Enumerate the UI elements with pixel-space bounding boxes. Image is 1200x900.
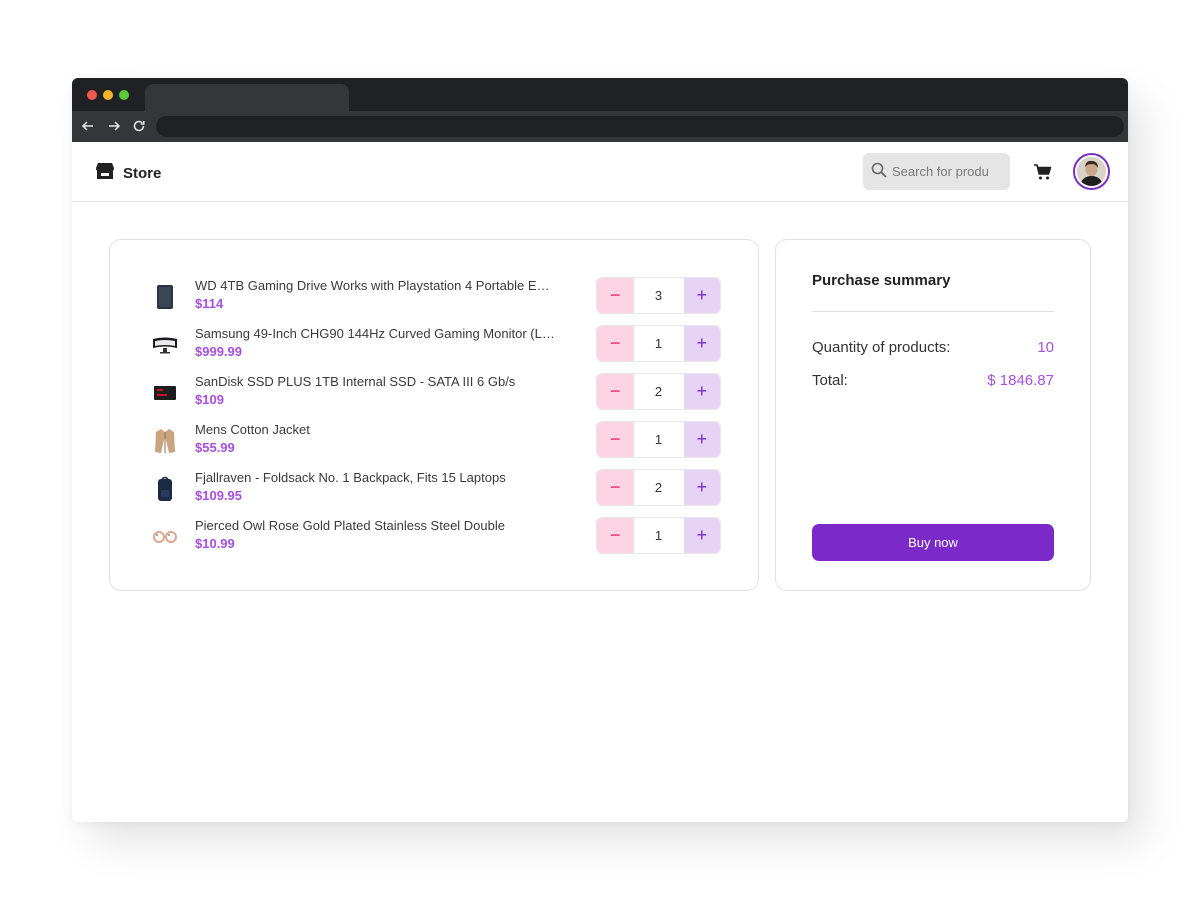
quantity-stepper: − + <box>596 421 721 458</box>
increase-quantity-button[interactable]: + <box>683 326 720 361</box>
cart-icon[interactable] <box>1033 162 1053 182</box>
product-name[interactable]: Samsung 49-Inch CHG90 144Hz Curved Gamin… <box>195 326 555 341</box>
increase-quantity-button[interactable]: + <box>683 374 720 409</box>
maximize-window-icon[interactable] <box>119 90 129 100</box>
ssd-thumbnail <box>147 375 183 411</box>
cart-item: SanDisk SSD PLUS 1TB Internal SSD - SATA… <box>147 373 722 413</box>
quantity-field[interactable] <box>633 518 684 553</box>
increase-quantity-button[interactable]: + <box>683 278 720 313</box>
app-header: Store <box>72 142 1128 202</box>
product-price: $109 <box>195 392 224 407</box>
quantity-value: 10 <box>1037 339 1054 356</box>
product-name[interactable]: Mens Cotton Jacket <box>195 422 555 437</box>
browser-tab[interactable] <box>145 84 349 111</box>
product-price: $114 <box>195 296 224 311</box>
quantity-stepper: − + <box>596 325 721 362</box>
address-bar[interactable] <box>156 116 1124 137</box>
product-price: $109.95 <box>195 488 242 503</box>
product-name[interactable]: WD 4TB Gaming Drive Works with Playstati… <box>195 278 555 293</box>
buy-now-button[interactable]: Buy now <box>812 524 1054 561</box>
store-icon <box>95 162 115 184</box>
quantity-field[interactable] <box>633 470 684 505</box>
hard-drive-thumbnail <box>147 279 183 315</box>
user-avatar[interactable] <box>1073 153 1110 190</box>
product-price: $10.99 <box>195 536 235 551</box>
cart-item: WD 4TB Gaming Drive Works with Playstati… <box>147 277 722 317</box>
increase-quantity-button[interactable]: + <box>683 422 720 457</box>
back-arrow-icon[interactable] <box>78 116 98 136</box>
browser-title-bar <box>72 78 1128 111</box>
store-logo[interactable]: Store <box>95 162 161 184</box>
forward-arrow-icon[interactable] <box>104 116 124 136</box>
summary-title: Purchase summary <box>812 272 951 289</box>
avatar-image <box>1077 157 1106 186</box>
total-row: Total: $ 1846.87 <box>812 372 1054 389</box>
cart-list: WD 4TB Gaming Drive Works with Playstati… <box>109 239 759 591</box>
cart-item: Pierced Owl Rose Gold Plated Stainless S… <box>147 517 722 557</box>
quantity-row: Quantity of products: 10 <box>812 339 1054 356</box>
product-name[interactable]: Pierced Owl Rose Gold Plated Stainless S… <box>195 518 555 533</box>
reload-icon[interactable] <box>129 116 149 136</box>
total-value: $ 1846.87 <box>987 372 1054 389</box>
earrings-thumbnail <box>147 519 183 555</box>
product-price: $55.99 <box>195 440 235 455</box>
increase-quantity-button[interactable]: + <box>683 518 720 553</box>
minimize-window-icon[interactable] <box>103 90 113 100</box>
decrease-quantity-button[interactable]: − <box>597 518 634 553</box>
search-input[interactable] <box>892 164 997 179</box>
purchase-summary: Purchase summary Quantity of products: 1… <box>775 239 1091 591</box>
jacket-thumbnail <box>147 423 183 459</box>
decrease-quantity-button[interactable]: − <box>597 422 634 457</box>
summary-divider <box>812 311 1054 312</box>
quantity-stepper: − + <box>596 517 721 554</box>
cart-item: Mens Cotton Jacket $55.99 − + <box>147 421 722 461</box>
search-box[interactable] <box>863 153 1010 190</box>
monitor-thumbnail <box>147 327 183 363</box>
search-icon <box>871 162 887 182</box>
decrease-quantity-button[interactable]: − <box>597 470 634 505</box>
quantity-field[interactable] <box>633 278 684 313</box>
product-name[interactable]: SanDisk SSD PLUS 1TB Internal SSD - SATA… <box>195 374 555 389</box>
browser-toolbar <box>72 111 1128 142</box>
quantity-stepper: − + <box>596 373 721 410</box>
quantity-field[interactable] <box>633 422 684 457</box>
cart-item: Fjallraven - Foldsack No. 1 Backpack, Fi… <box>147 469 722 509</box>
close-window-icon[interactable] <box>87 90 97 100</box>
product-name[interactable]: Fjallraven - Foldsack No. 1 Backpack, Fi… <box>195 470 555 485</box>
quantity-label: Quantity of products: <box>812 339 951 356</box>
increase-quantity-button[interactable]: + <box>683 470 720 505</box>
browser-window: Store Search for produ WD 4TB Gaming Dri… <box>72 78 1128 822</box>
total-label: Total: <box>812 372 848 389</box>
quantity-field[interactable] <box>633 374 684 409</box>
decrease-quantity-button[interactable]: − <box>597 326 634 361</box>
quantity-stepper: − + <box>596 469 721 506</box>
decrease-quantity-button[interactable]: − <box>597 278 634 313</box>
quantity-field[interactable] <box>633 326 684 361</box>
product-price: $999.99 <box>195 344 242 359</box>
cart-item: Samsung 49-Inch CHG90 144Hz Curved Gamin… <box>147 325 722 365</box>
decrease-quantity-button[interactable]: − <box>597 374 634 409</box>
store-name: Store <box>123 164 162 182</box>
backpack-thumbnail <box>147 471 183 507</box>
quantity-stepper: − + <box>596 277 721 314</box>
